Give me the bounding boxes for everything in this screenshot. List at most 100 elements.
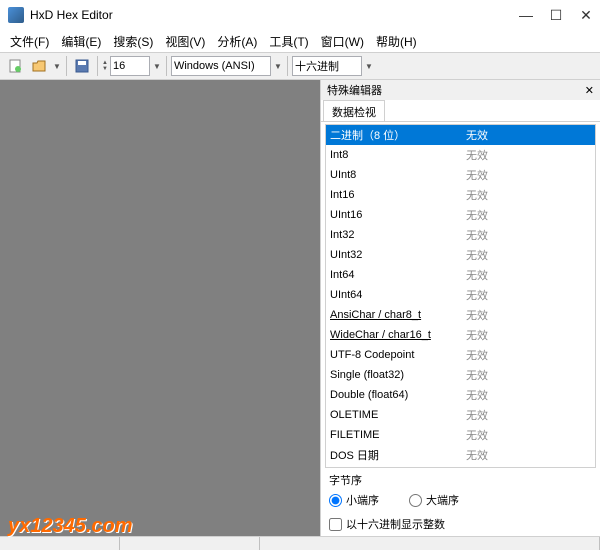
inspector-row[interactable]: WideChar / char16_t无效 bbox=[326, 325, 595, 345]
inspector-value: 无效 bbox=[466, 147, 595, 163]
inspector-type-label: Int32 bbox=[326, 229, 466, 241]
panel-header: 特殊编辑器 ✕ bbox=[321, 80, 600, 100]
inspector-row[interactable]: Single (float32)无效 bbox=[326, 365, 595, 385]
new-file-button[interactable] bbox=[4, 55, 26, 77]
save-icon bbox=[74, 58, 90, 74]
side-panel: 特殊编辑器 ✕ 数据检视 二进制（8 位）无效Int8无效UInt8无效Int1… bbox=[320, 80, 600, 536]
inspector-row[interactable]: Double (float64)无效 bbox=[326, 385, 595, 405]
main-area: 特殊编辑器 ✕ 数据检视 二进制（8 位）无效Int8无效UInt8无效Int1… bbox=[0, 80, 600, 536]
open-file-button[interactable] bbox=[28, 55, 50, 77]
panel-tabs: 数据检视 bbox=[321, 100, 600, 122]
minimize-button[interactable]: — bbox=[520, 9, 532, 21]
menu-help[interactable]: 帮助(H) bbox=[370, 31, 423, 52]
panel-close-button[interactable]: ✕ bbox=[585, 84, 594, 97]
inspector-type-label: UInt16 bbox=[326, 209, 466, 221]
data-inspector-list[interactable]: 二进制（8 位）无效Int8无效UInt8无效Int16无效UInt16无效In… bbox=[325, 124, 596, 468]
inspector-row[interactable]: FILETIME无效 bbox=[326, 425, 595, 445]
menu-file[interactable]: 文件(F) bbox=[4, 31, 55, 52]
titlebar: HxD Hex Editor — ☐ ✕ bbox=[0, 0, 600, 30]
inspector-type-label: AnsiChar / char8_t bbox=[326, 309, 466, 321]
inspector-type-label: Int8 bbox=[326, 149, 466, 161]
inspector-row[interactable]: Int64无效 bbox=[326, 265, 595, 285]
base-select[interactable] bbox=[292, 56, 362, 76]
maximize-button[interactable]: ☐ bbox=[550, 9, 562, 21]
inspector-value: 无效 bbox=[466, 307, 595, 323]
hex-view[interactable] bbox=[0, 80, 320, 536]
inspector-type-label: Int16 bbox=[326, 189, 466, 201]
inspector-value: 无效 bbox=[466, 207, 595, 223]
inspector-value: 无效 bbox=[466, 447, 595, 463]
inspector-value: 无效 bbox=[466, 427, 595, 443]
inspector-value: 无效 bbox=[466, 387, 595, 403]
open-file-icon bbox=[31, 58, 47, 74]
inspector-type-label: Int64 bbox=[326, 269, 466, 281]
inspector-value: 无效 bbox=[466, 227, 595, 243]
separator bbox=[287, 56, 288, 76]
separator bbox=[66, 56, 67, 76]
toolbar: ▼ ▲▼ ▼ ▼ ▼ bbox=[0, 52, 600, 80]
inspector-row[interactable]: UInt64无效 bbox=[326, 285, 595, 305]
menu-tools[interactable]: 工具(T) bbox=[263, 31, 314, 52]
inspector-type-label: Single (float32) bbox=[326, 369, 466, 381]
inspector-row[interactable]: UInt32无效 bbox=[326, 245, 595, 265]
inspector-row[interactable]: Int8无效 bbox=[326, 145, 595, 165]
base-dropdown[interactable]: ▼ bbox=[364, 56, 374, 76]
statusbar bbox=[0, 536, 600, 550]
bytes-per-row-input[interactable] bbox=[110, 56, 150, 76]
inspector-value: 无效 bbox=[466, 327, 595, 343]
inspector-type-label: UInt64 bbox=[326, 289, 466, 301]
encoding-select[interactable] bbox=[171, 56, 271, 76]
byte-order-group: 字节序 bbox=[321, 468, 600, 492]
menu-window[interactable]: 窗口(W) bbox=[315, 31, 370, 52]
inspector-type-label: UInt32 bbox=[326, 249, 466, 261]
hex-integers-checkbox[interactable]: 以十六进制显示整数 bbox=[321, 512, 600, 536]
inspector-type-label: 二进制（8 位） bbox=[326, 127, 466, 143]
inspector-type-label: Double (float64) bbox=[326, 389, 466, 401]
window-title: HxD Hex Editor bbox=[30, 8, 520, 22]
separator bbox=[97, 56, 98, 76]
menu-view[interactable]: 视图(V) bbox=[159, 31, 211, 52]
open-dropdown[interactable]: ▼ bbox=[52, 56, 62, 76]
status-cell bbox=[0, 537, 120, 550]
inspector-type-label: UInt8 bbox=[326, 169, 466, 181]
little-endian-radio[interactable]: 小端序 bbox=[329, 492, 379, 508]
inspector-row[interactable]: 二进制（8 位）无效 bbox=[326, 125, 595, 145]
inspector-row[interactable]: UInt16无效 bbox=[326, 205, 595, 225]
inspector-value: 无效 bbox=[466, 267, 595, 283]
menu-analysis[interactable]: 分析(A) bbox=[211, 31, 263, 52]
encoding-dropdown[interactable]: ▼ bbox=[273, 56, 283, 76]
inspector-row[interactable]: Int32无效 bbox=[326, 225, 595, 245]
inspector-value: 无效 bbox=[466, 347, 595, 363]
watermark: yx12345.com bbox=[8, 515, 133, 538]
menu-edit[interactable]: 编辑(E) bbox=[55, 31, 107, 52]
big-endian-radio[interactable]: 大端序 bbox=[409, 492, 459, 508]
bytes-dropdown[interactable]: ▼ bbox=[152, 56, 162, 76]
status-cell bbox=[260, 537, 600, 550]
inspector-type-label: UTF-8 Codepoint bbox=[326, 349, 466, 361]
panel-title: 特殊编辑器 bbox=[327, 82, 585, 98]
menu-search[interactable]: 搜索(S) bbox=[107, 31, 159, 52]
inspector-row[interactable]: UInt8无效 bbox=[326, 165, 595, 185]
new-file-icon bbox=[7, 58, 23, 74]
inspector-value: 无效 bbox=[466, 367, 595, 383]
inspector-row[interactable]: AnsiChar / char8_t无效 bbox=[326, 305, 595, 325]
inspector-type-label: FILETIME bbox=[326, 429, 466, 441]
inspector-value: 无效 bbox=[466, 187, 595, 203]
inspector-row[interactable]: OLETIME无效 bbox=[326, 405, 595, 425]
inspector-value: 无效 bbox=[466, 247, 595, 263]
status-cell bbox=[120, 537, 260, 550]
inspector-value: 无效 bbox=[466, 167, 595, 183]
save-button[interactable] bbox=[71, 55, 93, 77]
inspector-type-label: WideChar / char16_t bbox=[326, 329, 466, 341]
inspector-value: 无效 bbox=[466, 127, 595, 143]
spinner-buttons[interactable]: ▲▼ bbox=[102, 60, 108, 72]
inspector-type-label: DOS 日期 bbox=[326, 447, 466, 463]
close-button[interactable]: ✕ bbox=[580, 9, 592, 21]
inspector-row[interactable]: Int16无效 bbox=[326, 185, 595, 205]
inspector-row[interactable]: DOS 日期无效 bbox=[326, 445, 595, 465]
inspector-type-label: OLETIME bbox=[326, 409, 466, 421]
tab-data-inspector[interactable]: 数据检视 bbox=[323, 100, 385, 121]
app-icon bbox=[8, 7, 24, 23]
menubar: 文件(F) 编辑(E) 搜索(S) 视图(V) 分析(A) 工具(T) 窗口(W… bbox=[0, 30, 600, 52]
inspector-row[interactable]: UTF-8 Codepoint无效 bbox=[326, 345, 595, 365]
